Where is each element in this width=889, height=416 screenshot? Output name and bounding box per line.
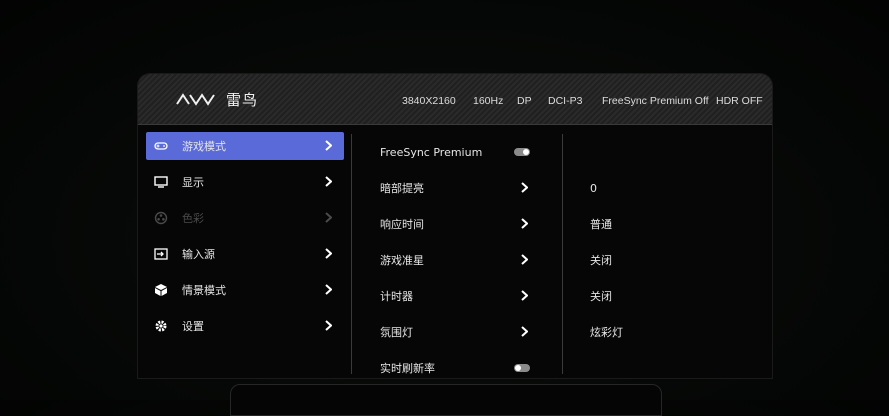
display-icon [152,176,170,188]
brand-logo: 雷鸟 [176,88,258,110]
osd-header: 雷鸟 3840X2160 160Hz DP DCI-P3 FreeSync Pr… [138,74,772,125]
column-divider [351,134,352,374]
menu-item-label: 显示 [182,176,204,189]
gear-icon [152,319,170,333]
freesync-toggle[interactable] [514,148,530,156]
submenu-item-label: 暗部提亮 [380,182,424,195]
logo-icon [176,93,215,106]
menu-item-label: 设置 [182,320,204,333]
chevron-right-icon [521,326,528,337]
status-resolution: 3840X2160 [402,95,456,107]
osd-panel: 雷鸟 3840X2160 160Hz DP DCI-P3 FreeSync Pr… [138,74,772,378]
submenu-item-ambient-light[interactable]: 氛围灯 [366,314,536,350]
submenu-item-response-time[interactable]: 响应时间 [366,206,536,242]
status-input: DP [517,95,532,107]
menu-item-game-mode[interactable]: 游戏模式 [146,132,344,160]
chevron-right-icon [325,284,332,295]
submenu-item-label: 响应时间 [380,218,424,231]
input-source-icon [152,248,170,260]
submenu-item-label: 游戏准星 [380,254,424,267]
chevron-right-icon [325,320,332,331]
submenu-item-timer[interactable]: 计时器 [366,278,536,314]
menu-item-display[interactable]: 显示 [146,168,344,196]
status-freesync: FreeSync Premium Off [602,95,709,107]
value-response-time: 普通 [578,206,758,242]
chevron-right-icon [521,218,528,229]
submenu-item-shadow-boost[interactable]: 暗部提亮 [366,170,536,206]
menu-item-label: 输入源 [182,248,215,261]
brand-name: 雷鸟 [226,90,259,109]
submenu-item-label: 实时刷新率 [380,362,435,375]
chevron-right-icon [325,176,332,187]
chevron-right-icon [521,182,528,193]
value-shadow-boost: 0 [578,170,758,206]
submenu-item-label: FreeSync Premium [380,145,483,159]
submenu-item-freesync[interactable]: FreeSync Premium [366,134,536,170]
menu-item-label: 游戏模式 [182,140,226,153]
value-text: 关闭 [590,254,612,267]
menu-item-input-source[interactable]: 输入源 [146,240,344,268]
value-column: 0 普通 关闭 关闭 炫彩灯 [578,134,758,378]
status-gamut: DCI-P3 [548,95,583,107]
submenu-item-crosshair[interactable]: 游戏准星 [366,242,536,278]
color-icon [152,211,170,225]
gamepad-icon [152,141,170,151]
value-text: 普通 [590,218,612,231]
chevron-right-icon [521,254,528,265]
value-freesync [578,134,758,170]
submenu-item-live-refresh-rate[interactable]: 实时刷新率 [366,350,536,378]
menu-item-label: 情景模式 [182,284,226,297]
submenu-item-label: 计时器 [380,290,413,303]
status-refresh-rate: 160Hz [473,95,504,107]
chevron-right-icon [325,212,332,223]
column-divider [562,134,563,374]
value-crosshair: 关闭 [578,242,758,278]
cube-icon [152,283,170,297]
live-refresh-rate-toggle[interactable] [514,364,530,372]
value-text: 关闭 [590,290,612,303]
submenu-item-label: 氛围灯 [380,326,413,339]
value-live-refresh-rate [578,350,758,378]
value-text: 0 [590,181,597,195]
menu-item-scene-mode[interactable]: 情景模式 [146,276,344,304]
menu-item-label: 色彩 [182,212,204,225]
status-hdr: HDR OFF [716,95,763,107]
menu-item-color[interactable]: 色彩 [146,204,344,232]
monitor-stand-bezel [230,384,662,416]
chevron-right-icon [325,140,332,151]
value-timer: 关闭 [578,278,758,314]
main-menu: 游戏模式 显示 色彩 输入源 情景模式 设置 [146,132,344,348]
chevron-right-icon [325,248,332,259]
value-text: 炫彩灯 [590,326,623,339]
menu-item-settings[interactable]: 设置 [146,312,344,340]
value-ambient-light: 炫彩灯 [578,314,758,350]
submenu: FreeSync Premium 暗部提亮 响应时间 游戏准星 计时器 氛围灯 … [366,134,536,378]
chevron-right-icon [521,290,528,301]
